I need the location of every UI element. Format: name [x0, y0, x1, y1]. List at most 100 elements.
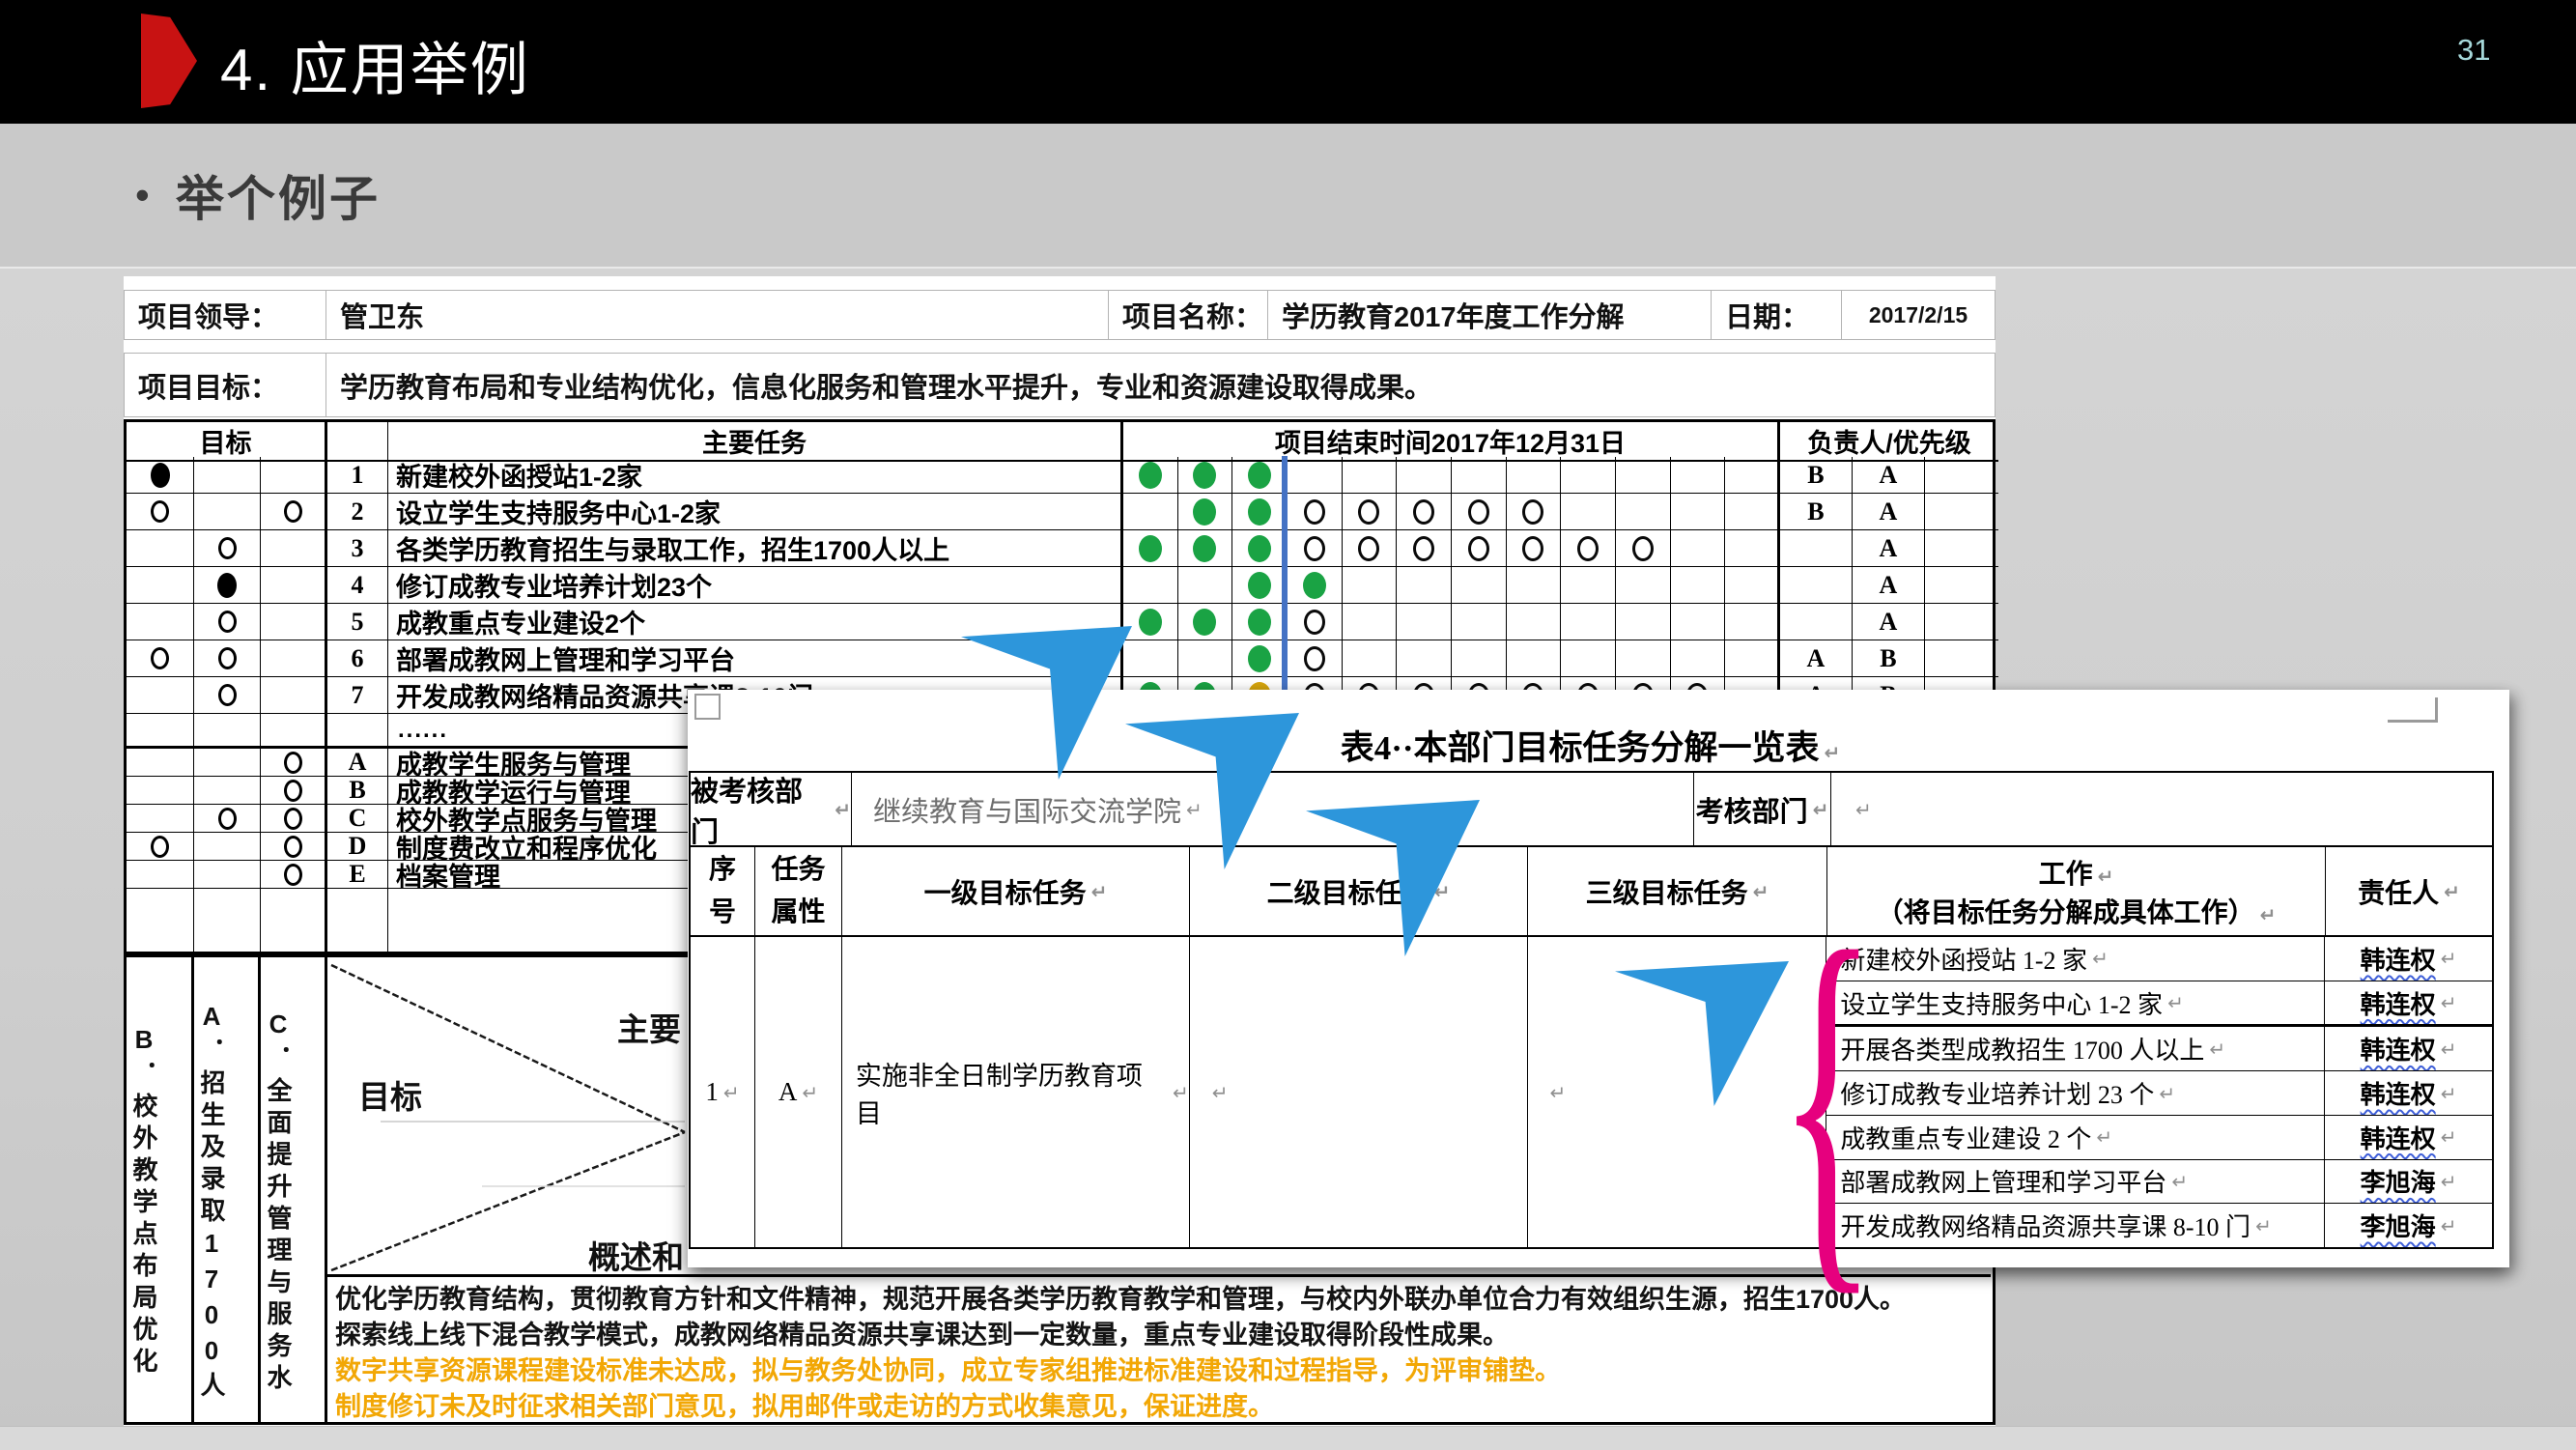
month-cell [1561, 567, 1616, 604]
spare-cell [1925, 640, 1998, 677]
task-row: 3各类学历教育招生与录取工作，招生1700人以上A [127, 530, 1993, 567]
month-cell [1288, 567, 1343, 604]
open-circle-icon [1304, 499, 1325, 525]
owner-cell: B [1780, 457, 1853, 494]
row-no: 1↵ [691, 937, 755, 1247]
work-item-text: 成教重点专业建设 2 个 [1840, 1120, 2091, 1155]
month-cell [1452, 530, 1507, 567]
month-cell [1616, 567, 1671, 604]
task-header: 主要任务 [388, 422, 1123, 462]
priority-cell: B [1853, 640, 1925, 677]
target-cell [127, 777, 194, 805]
dept-row: 被考核部门↵ 继续教育与国际交流学院↵ 考核部门↵ ↵ [691, 773, 2492, 847]
work-item: 修订成教专业培养计划 23 个↵ [1826, 1071, 2324, 1116]
month-cell [1123, 494, 1178, 530]
overlay-body: 1↵ A↵ 实施非全日制学历教育项目↵ ↵ ↵ 新建校外函授站 1-2 家↵设立… [691, 937, 2492, 1247]
month-cell [1232, 530, 1288, 567]
col-level3-text: 三级目标任务 [1586, 872, 1748, 911]
owner-name: 韩连权 [2361, 1120, 2436, 1155]
month-cell [1561, 604, 1616, 640]
letter-id: E [327, 861, 388, 889]
month-cell [1507, 457, 1562, 494]
month-cell [1397, 530, 1452, 567]
return-mark: ↵ [2092, 947, 2109, 970]
month-cell [1561, 494, 1616, 530]
dept-value-text: 继续教育与国际交流学院 [873, 789, 1181, 830]
col-work-sub: （将目标任务分解成具体工作）↵ [1877, 892, 2277, 930]
table-handle-icon [694, 694, 721, 720]
target-cell [261, 567, 327, 604]
green-dot-icon [1193, 462, 1216, 489]
owner-cell [1780, 530, 1853, 567]
task-number: 7 [327, 677, 388, 714]
green-dot-icon [1139, 462, 1162, 489]
open-circle-icon [284, 752, 302, 774]
col-level1-text: 一级目标任务 [924, 872, 1087, 911]
target-cell [194, 749, 261, 777]
row-level1: 实施非全日制学历教育项目↵ [842, 937, 1190, 1247]
month-cell [1397, 567, 1452, 604]
cell [127, 889, 194, 952]
month-cell [1452, 457, 1507, 494]
open-circle-icon [1304, 610, 1325, 635]
month-cell [1507, 640, 1562, 677]
dept-value: 继续教育与国际交流学院↵ [852, 773, 1694, 845]
target-cell [194, 833, 261, 861]
month-cell [1561, 640, 1616, 677]
owner-header: 负责人/优先级 [1780, 422, 1998, 462]
spare-cell [1925, 604, 1998, 640]
target-cell [261, 457, 327, 494]
return-mark: ↵ [802, 1081, 818, 1104]
open-circle-icon [284, 836, 302, 858]
target-cell [261, 777, 327, 805]
warning-line-1: 数字共享资源课程建设标准未达成，拟与教务处协同，成立专家组推进标准建设和过程指导… [335, 1350, 1993, 1387]
open-circle-icon [1413, 499, 1434, 525]
vertical-col-c: C．全面提升管理与服务水 [261, 957, 327, 1422]
open-circle-icon [1358, 499, 1379, 525]
slide-title: 4. 应用举例 [220, 23, 530, 107]
month-cell [1178, 530, 1233, 567]
col-work-sub-text: （将目标任务分解成具体工作） [1877, 898, 2255, 928]
wedge-goal-label: 目标 [358, 1071, 422, 1118]
work-item: 开展各类型成教招生 1700 人以上↵ [1826, 1027, 2324, 1071]
green-dot-icon [1303, 572, 1326, 599]
open-circle-icon [218, 808, 237, 830]
target-cell [194, 777, 261, 805]
priority-cell: A [1853, 457, 1925, 494]
return-mark: ↵ [1550, 1081, 1567, 1104]
work-item-text: 新建校外函授站 1-2 家 [1840, 941, 2087, 977]
open-circle-icon [1304, 536, 1325, 561]
month-cell [1288, 530, 1343, 567]
project-goal-value: 学历教育布局和专业结构优化，信息化服务和管理水平提升，专业和资源建设取得成果。 [326, 353, 1996, 417]
work-owner: 韩连权↵ [2325, 1116, 2492, 1160]
return-mark: ↵ [2441, 991, 2457, 1014]
month-cell [1397, 640, 1452, 677]
owner-name: 韩连权 [2361, 941, 2436, 977]
month-cell [1397, 604, 1452, 640]
target-cell [194, 530, 261, 567]
col-no: 序号 [691, 847, 755, 935]
month-cell [1343, 604, 1398, 640]
letter-id: B [327, 777, 388, 805]
owner-cell [1780, 567, 1853, 604]
assessor-label-text: 考核部门 [1696, 789, 1808, 830]
return-mark: ↵ [1212, 1081, 1229, 1104]
return-mark: ↵ [1173, 1081, 1189, 1104]
task-number: 4 [327, 567, 388, 604]
row-attr: A↵ [755, 937, 842, 1247]
divider [327, 1274, 1991, 1277]
col-owner-text: 责任人 [2358, 872, 2439, 911]
cell [327, 714, 388, 749]
month-cell [1178, 567, 1233, 604]
red-chevron-icon [141, 14, 197, 108]
work-owner: 韩连权↵ [2325, 981, 2492, 1028]
work-owner: 韩连权↵ [2325, 1027, 2492, 1071]
month-cell [1725, 567, 1780, 604]
return-mark: ↵ [2444, 880, 2460, 903]
col-attr: 任务属性 [755, 847, 842, 935]
target-cell [194, 677, 261, 714]
green-dot-icon [1248, 535, 1271, 562]
open-circle-icon [151, 647, 169, 669]
date-label: 日期： [1712, 290, 1842, 340]
project-leader-label: 项目领导： [124, 290, 326, 340]
